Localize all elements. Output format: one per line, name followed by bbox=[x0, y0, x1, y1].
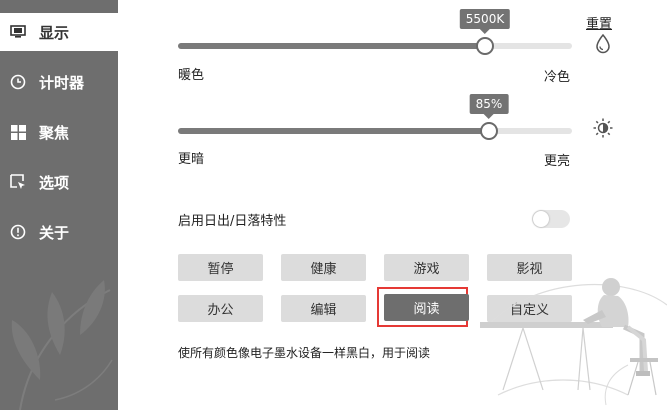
sidebar: 显示 计时器 聚焦 选项 关于 bbox=[0, 0, 118, 410]
sidebar-item-label: 关于 bbox=[39, 223, 70, 242]
mode-button-office[interactable]: 办公 bbox=[178, 295, 263, 322]
brightness-slider-thumb[interactable] bbox=[480, 122, 499, 140]
windows-icon bbox=[9, 123, 27, 141]
leaf-decoration bbox=[11, 280, 113, 410]
mode-description: 使所有颜色像电子墨水设备一样黑白，用于阅读 bbox=[178, 346, 431, 360]
sidebar-item-label: 聚焦 bbox=[39, 123, 70, 142]
sun-icon bbox=[593, 118, 613, 142]
mode-button-game[interactable]: 游戏 bbox=[384, 254, 469, 281]
brightness-max-label: 更亮 bbox=[544, 154, 571, 169]
sidebar-item-about[interactable]: 关于 bbox=[0, 213, 118, 251]
reset-link[interactable]: 重置 bbox=[586, 13, 612, 32]
temperature-value-tooltip: 5500K bbox=[459, 9, 511, 34]
brightness-value-tooltip: 85% bbox=[469, 94, 509, 119]
temperature-slider[interactable] bbox=[178, 37, 572, 55]
cursor-icon bbox=[9, 173, 27, 191]
sidebar-item-focus[interactable]: 聚焦 bbox=[0, 113, 118, 151]
temperature-slider-fill bbox=[178, 43, 486, 49]
brightness-min-label: 更暗 bbox=[178, 152, 205, 167]
reading-person-illustration bbox=[480, 278, 667, 406]
monitor-icon bbox=[9, 23, 27, 41]
info-icon bbox=[9, 223, 27, 241]
sunset-toggle[interactable] bbox=[532, 210, 570, 228]
sunset-toggle-knob bbox=[533, 211, 549, 227]
sidebar-item-label: 显示 bbox=[39, 23, 70, 42]
display-settings-panel: 5500K 暖色 冷色 重置 85% 更暗 更亮 启用日出/日落特性 暂停 健康… bbox=[118, 0, 667, 410]
brightness-slider-fill bbox=[178, 128, 490, 134]
temperature-slider-thumb[interactable] bbox=[476, 37, 495, 55]
droplet-icon bbox=[595, 33, 611, 58]
brightness-slider[interactable] bbox=[178, 122, 572, 140]
sidebar-item-label: 选项 bbox=[39, 173, 70, 192]
sidebar-item-timer[interactable]: 计时器 bbox=[0, 63, 118, 101]
mode-button-edit[interactable]: 编辑 bbox=[281, 295, 366, 322]
sunset-feature-label: 启用日出/日落特性 bbox=[178, 214, 287, 229]
clock-icon bbox=[9, 73, 27, 91]
sidebar-item-label: 计时器 bbox=[39, 73, 85, 92]
temperature-max-label: 冷色 bbox=[544, 70, 571, 85]
mode-button-pause[interactable]: 暂停 bbox=[178, 254, 263, 281]
temperature-min-label: 暖色 bbox=[178, 68, 205, 83]
sidebar-item-options[interactable]: 选项 bbox=[0, 163, 118, 201]
sidebar-item-display[interactable]: 显示 bbox=[0, 13, 118, 51]
mode-button-reading[interactable]: 阅读 bbox=[384, 294, 469, 321]
mode-button-health[interactable]: 健康 bbox=[281, 254, 366, 281]
